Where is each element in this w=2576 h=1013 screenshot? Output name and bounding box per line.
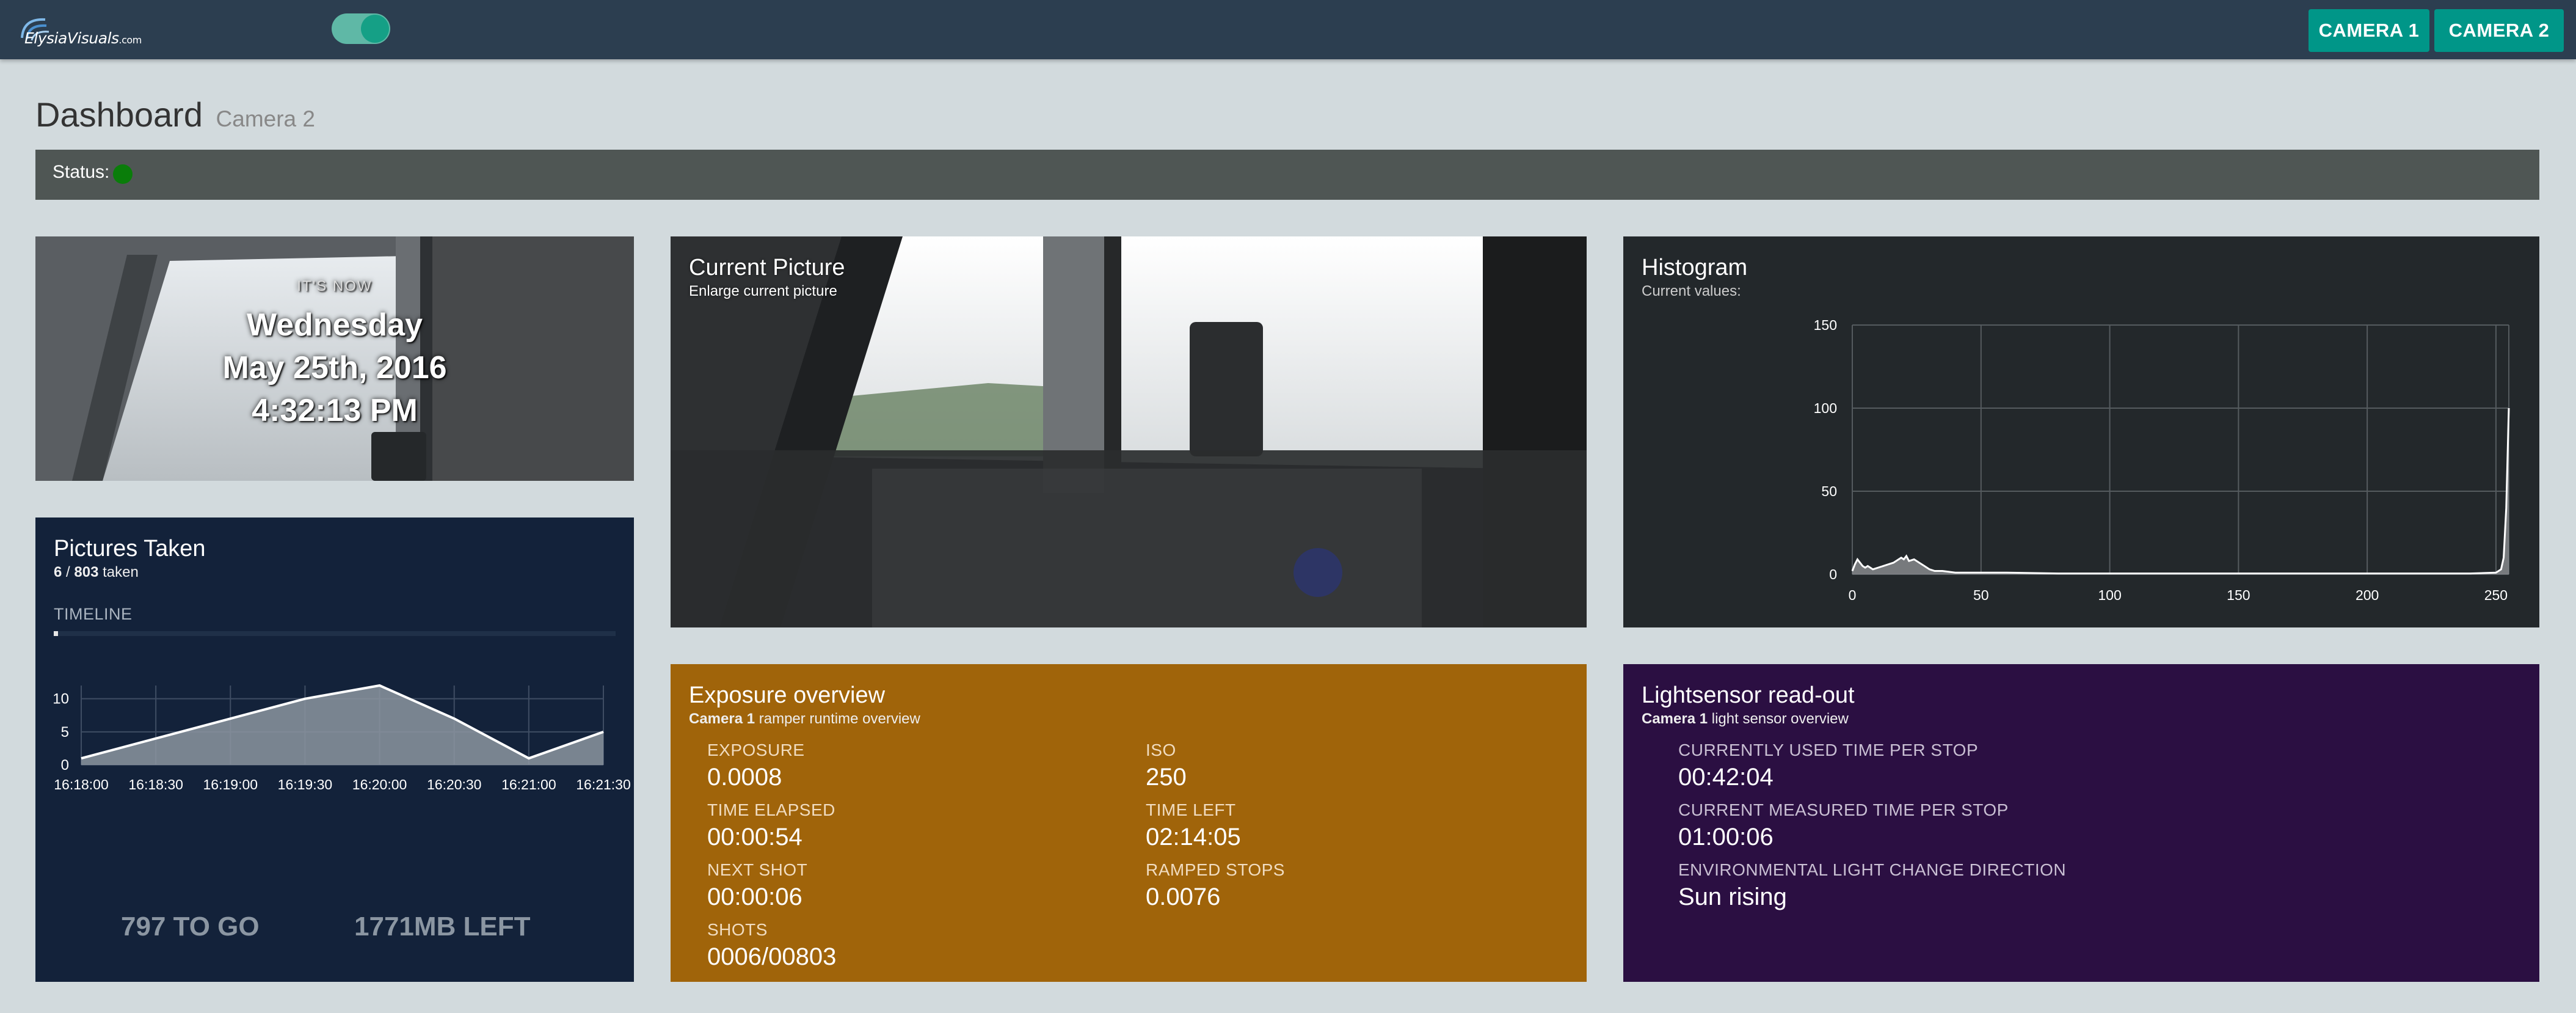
light-change-direction-label: ENVIRONMENTAL LIGHT CHANGE DIRECTION [1678, 860, 2067, 879]
page-subtitle: Camera 2 [216, 106, 315, 131]
x-tick-label: 16:20:30 [427, 777, 482, 792]
iso-value: 250 [1146, 764, 1187, 791]
x-tick-label: 16:18:00 [54, 777, 109, 792]
status-bar: Status: [35, 150, 2539, 200]
used-time-per-stop-value: 00:42:04 [1678, 764, 1774, 791]
camera-1-button[interactable]: CAMERA 1 [2309, 9, 2429, 52]
time-elapsed-value: 00:00:54 [707, 824, 802, 850]
x-tick-label: 100 [2098, 587, 2121, 603]
series-area [81, 686, 603, 765]
clock-card: IT'S NOW Wednesday May 25th, 2016 4:32:1… [35, 236, 634, 481]
shots-to-go: 797 TO GO [121, 912, 260, 942]
toggle-knob [361, 15, 389, 43]
x-tick-label: 250 [2484, 587, 2508, 603]
timeline-label: TIMELINE [54, 605, 133, 623]
camera-2-button[interactable]: CAMERA 2 [2434, 9, 2564, 52]
exposure-value: 0.0008 [707, 764, 782, 791]
lightsensor-subtitle: Camera 1 light sensor overview [1642, 711, 1849, 727]
current-picture-card[interactable]: Current Picture Enlarge current picture [671, 236, 1587, 627]
next-shot-label: NEXT SHOT [707, 860, 808, 879]
time-left-value: 02:14:05 [1146, 824, 1241, 850]
storage-left: 1771MB LEFT [354, 912, 531, 942]
toggle-switch[interactable] [332, 13, 390, 44]
elysia-visuals-logo[interactable]: ElysiaVisuals.com [18, 13, 153, 54]
logo-text: ElysiaVisuals.com [24, 29, 142, 47]
shots-label: SHOTS [707, 920, 768, 939]
page-title: Dashboard Camera 2 [35, 95, 315, 134]
exposure-title: Exposure overview [689, 682, 886, 708]
histogram-card: Histogram Current values: 0 50 100 150 0 50 10… [1623, 236, 2539, 627]
pictures-taken-card: Pictures Taken 6 / 803 taken TIMELINE 0 5… [35, 517, 634, 982]
iso-label: ISO [1146, 741, 1176, 759]
timeline-progress-fill [54, 631, 58, 636]
exposure-subtitle: Camera 1 ramper runtime overview [689, 711, 920, 727]
clock-caption: IT'S NOW [297, 278, 373, 294]
x-tick-label: 16:20:00 [352, 777, 407, 792]
x-tick-label: 16:19:30 [278, 777, 333, 792]
x-tick-label: 0 [1849, 587, 1857, 603]
clock-date: May 25th, 2016 [222, 350, 447, 386]
status-indicator-icon [113, 164, 133, 184]
x-tick-label: 16:21:30 [576, 777, 631, 792]
y-tick-label: 150 [1814, 317, 1837, 333]
time-elapsed-label: TIME ELAPSED [707, 800, 835, 819]
y-tick-label: 0 [1829, 566, 1837, 582]
measured-time-per-stop-label: CURRENT MEASURED TIME PER STOP [1678, 800, 2009, 819]
ramped-stops-value: 0.0076 [1146, 883, 1221, 910]
clock-day: Wednesday [246, 307, 423, 343]
y-tick-label: 50 [1821, 483, 1837, 499]
current-picture-title: Current Picture [689, 255, 845, 280]
clock-time: 4:32:13 PM [252, 393, 418, 428]
x-tick-label: 200 [2356, 587, 2379, 603]
time-left-label: TIME LEFT [1146, 800, 1236, 819]
x-tick-label: 16:19:00 [203, 777, 258, 792]
shots-value: 0006/00803 [707, 943, 837, 970]
status-label: Status: [53, 162, 110, 182]
x-tick-label: 150 [2227, 587, 2250, 603]
y-tick-label: 100 [1814, 400, 1837, 416]
x-tick-label: 16:18:30 [128, 777, 183, 792]
timeline-progress-bar [54, 631, 616, 636]
pictures-taken-subtitle: 6 / 803 taken [54, 564, 139, 580]
page-title-text: Dashboard [35, 95, 203, 134]
top-navbar: ElysiaVisuals.com CAMERA 1 CAMERA 2 [0, 0, 2576, 59]
lightsensor-card: Lightsensor read-out Camera 1 light sens… [1623, 664, 2539, 982]
lightsensor-title: Lightsensor read-out [1642, 682, 1855, 708]
pictures-timeline-chart: 0 5 10 16:18:00 16:18:30 16:19:00 16:19:30 16:2… [53, 684, 631, 792]
x-tick-label: 50 [1973, 587, 1989, 603]
y-tick-label: 0 [61, 757, 69, 773]
exposure-overview-card: Exposure overview Camera 1 ramper runtim… [671, 664, 1587, 982]
next-shot-value: 00:00:06 [707, 883, 802, 910]
light-change-direction-value: Sun rising [1678, 883, 1787, 910]
x-tick-label: 16:21:00 [501, 777, 556, 792]
y-tick-label: 10 [53, 691, 69, 708]
pictures-taken-title: Pictures Taken [54, 536, 206, 561]
exposure-label: EXPOSURE [707, 741, 805, 759]
measured-time-per-stop-value: 01:00:06 [1678, 824, 1774, 850]
enlarge-picture-link[interactable]: Enlarge current picture [689, 283, 837, 300]
ramped-stops-label: RAMPED STOPS [1146, 860, 1285, 879]
y-tick-label: 5 [61, 724, 69, 741]
used-time-per-stop-label: CURRENTLY USED TIME PER STOP [1678, 741, 1979, 759]
histogram-chart: 0 50 100 150 0 50 100 150 200 250 [1814, 317, 2510, 603]
